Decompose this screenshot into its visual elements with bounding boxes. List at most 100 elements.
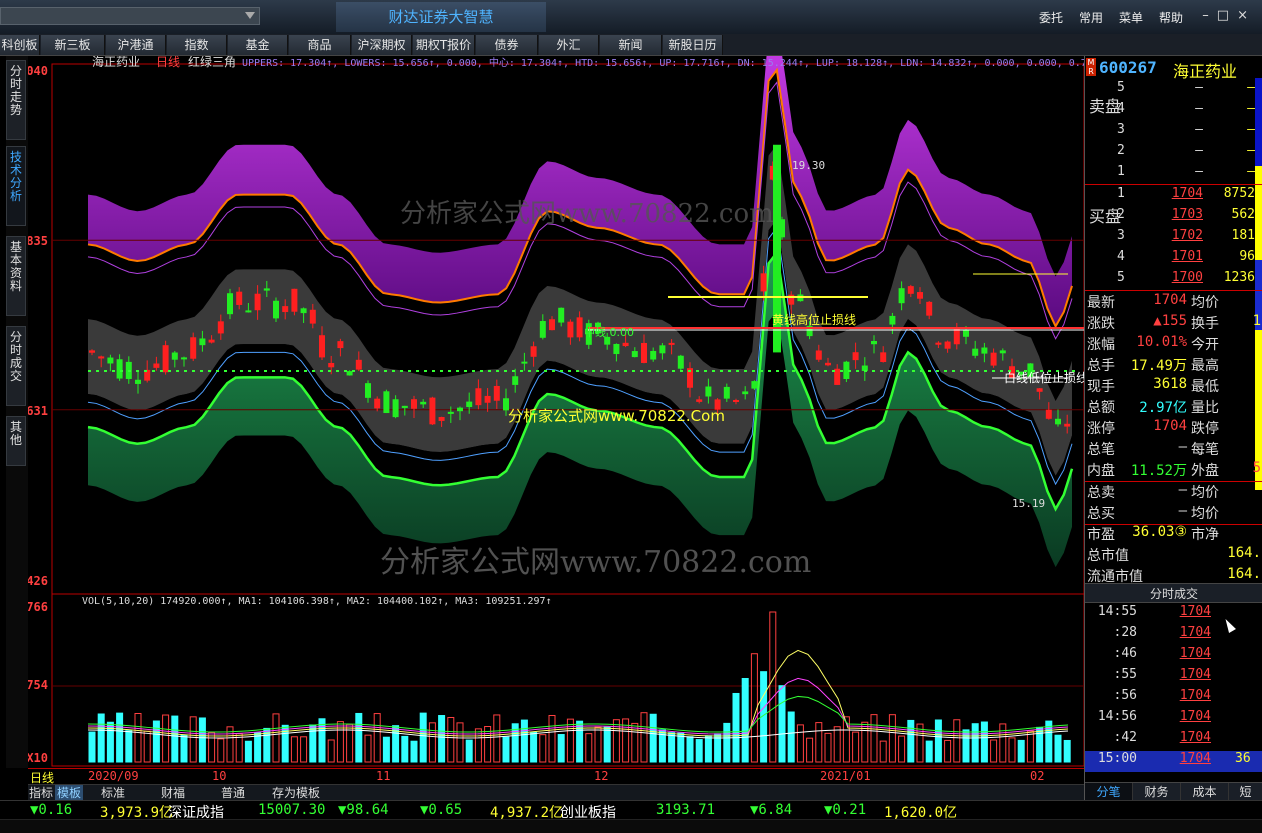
candle (944, 341, 951, 349)
volume-bar (557, 734, 565, 763)
tab-star-market[interactable]: 科创板 (0, 35, 40, 55)
candle (723, 386, 730, 399)
x-tick-label: 2021/01 (820, 769, 871, 783)
candle (199, 338, 206, 346)
candle (963, 329, 969, 337)
ask-row[interactable]: 5 – – (1085, 80, 1262, 101)
market-tab-bar: 科创板 新三板 沪港通 指数 基金 商品 沪深期权 期权T报价 债券 外汇 新闻… (0, 34, 1262, 56)
menu-order[interactable]: 委托 (1039, 9, 1063, 26)
btab-template[interactable]: 模板 (55, 785, 83, 801)
side-tab-fundamentals[interactable]: 基本资料 (6, 236, 26, 316)
tab-bonds[interactable]: 债券 (476, 35, 538, 55)
volume-bar (1054, 734, 1062, 763)
candle (466, 401, 473, 408)
maximize-icon[interactable]: □ (1217, 8, 1237, 23)
tab-commodity[interactable]: 商品 (289, 35, 351, 55)
bid-row[interactable]: 5 1700 1236 (1085, 270, 1262, 291)
ask-row[interactable]: 3 – – (1085, 122, 1262, 143)
stat-label: 均价 (1191, 506, 1219, 522)
tick-row-selected[interactable]: 15:00 1704 36 (1085, 751, 1262, 772)
tick-row[interactable]: :42 1704 (1085, 730, 1262, 751)
stat-label: 总笔 (1087, 442, 1115, 458)
mr-badge[interactable]: M R (1086, 58, 1096, 76)
tab-forex[interactable]: 外汇 (539, 35, 599, 55)
volume-bar (355, 712, 363, 763)
tick-price: 1704 (1179, 730, 1211, 745)
stat-value: 17.49万 (1130, 358, 1187, 374)
ask-vol: – (1247, 143, 1255, 158)
y-tick-label: 1631 (28, 404, 48, 418)
menu-help[interactable]: 帮助 (1159, 9, 1183, 26)
tick-row[interactable]: :56 1704 (1085, 688, 1262, 709)
tick-row[interactable]: :46 1704 (1085, 646, 1262, 667)
side-tab-intraday[interactable]: 分时走势 (6, 60, 26, 140)
stat-label: 涨停 (1087, 421, 1115, 437)
tab-index[interactable]: 指数 (167, 35, 227, 55)
tab-news[interactable]: 新闻 (600, 35, 662, 55)
bid-row[interactable]: 4 1701 96 (1085, 249, 1262, 270)
candle (677, 355, 684, 369)
ask-row[interactable]: 2 – – (1085, 143, 1262, 164)
status-item: ▼0.21 (824, 802, 867, 818)
volume-header: VOL(5,10,20) 174920.000↑, MA1: 104106.39… (82, 596, 552, 607)
close-icon[interactable]: × (1237, 8, 1256, 23)
chevron-down-icon[interactable] (245, 12, 255, 19)
ask-level: 3 (1117, 122, 1125, 137)
stat-label: 涨幅 (1087, 337, 1115, 353)
watermark-center: 分析家公式网www.70822.Com (508, 407, 725, 425)
bid-row[interactable]: 3 1702 181 (1085, 228, 1262, 249)
candle (512, 376, 519, 385)
ask-row[interactable]: 4 – – (1085, 101, 1262, 122)
chart-area[interactable]: 海正药业 日线 红绿三角 UPPERS: 17.304↑, LOWERS: 15… (12, 20, 1088, 785)
kline-chart[interactable]: 海正药业 日线 红绿三角 UPPERS: 17.304↑, LOWERS: 15… (12, 20, 1088, 768)
stock-search-dropdown[interactable] (0, 7, 260, 25)
tab-fund[interactable]: 基金 (228, 35, 288, 55)
tick-row[interactable]: 14:56 1704 (1085, 709, 1262, 730)
title-bar: 财达证券大智慧 委托 常用 菜单 帮助 –□× (0, 0, 1262, 34)
btab-save-template[interactable]: 存为模板 (266, 785, 326, 801)
side-tab-ticks[interactable]: 分时成交 (6, 326, 26, 406)
tab-ipo-calendar[interactable]: 新股日历 (663, 35, 723, 55)
watermark-bottom: 分析家公式网www.70822.com (380, 545, 811, 580)
candle (926, 301, 933, 316)
menu-main[interactable]: 菜单 (1119, 9, 1143, 26)
tab-options-t[interactable]: 期权T报价 (413, 35, 475, 55)
minimize-icon[interactable]: – (1202, 8, 1217, 23)
tick-row[interactable]: :55 1704 (1085, 667, 1262, 688)
stat-row: 总额 2.97亿 量比 (1085, 397, 1262, 418)
bid-row[interactable]: 2 1703 562 (1085, 207, 1262, 228)
stat-value: 164. (1227, 545, 1261, 561)
ask-level: 4 (1117, 101, 1125, 116)
side-tab-other[interactable]: 其他 (6, 416, 26, 466)
candle (89, 350, 95, 353)
tab-hk-connect[interactable]: 沪港通 (106, 35, 166, 55)
tab-neeq[interactable]: 新三板 (41, 35, 105, 55)
candle (153, 363, 160, 368)
ask-row[interactable]: 1 – – (1085, 164, 1262, 185)
btab-indicator[interactable]: 指标 (28, 785, 54, 801)
stock-name-label: 海正药业 (92, 56, 140, 69)
stat-value: 5 (1252, 460, 1261, 476)
candle (236, 291, 243, 305)
ask-price: – (1195, 80, 1203, 95)
candle (696, 399, 703, 402)
btab-caifu[interactable]: 财福 (148, 785, 198, 801)
candle (990, 352, 997, 366)
btab-standard[interactable]: 标准 (88, 785, 138, 801)
tick-price: 1704 (1179, 604, 1211, 619)
high-price-label: 19.30 (792, 159, 825, 172)
tick-price: 1704 (1179, 709, 1211, 724)
btab-normal[interactable]: 普通 (208, 785, 258, 801)
status-item: ▼0.16 (30, 802, 73, 818)
candle (659, 345, 666, 354)
side-tab-technical[interactable]: 技术分析 (6, 146, 26, 226)
tick-row[interactable]: 14:55 1704 (1085, 604, 1262, 625)
candle (107, 357, 114, 364)
tick-price: 1704 (1179, 646, 1211, 661)
ticks-title[interactable]: 分时成交 (1085, 583, 1262, 603)
candle (751, 381, 758, 389)
bid-row[interactable]: 1 1704 8752 (1085, 186, 1262, 207)
tab-options[interactable]: 沪深期权 (352, 35, 412, 55)
stat-row: 总买 – 均价 (1085, 503, 1262, 524)
menu-common[interactable]: 常用 (1079, 9, 1103, 26)
